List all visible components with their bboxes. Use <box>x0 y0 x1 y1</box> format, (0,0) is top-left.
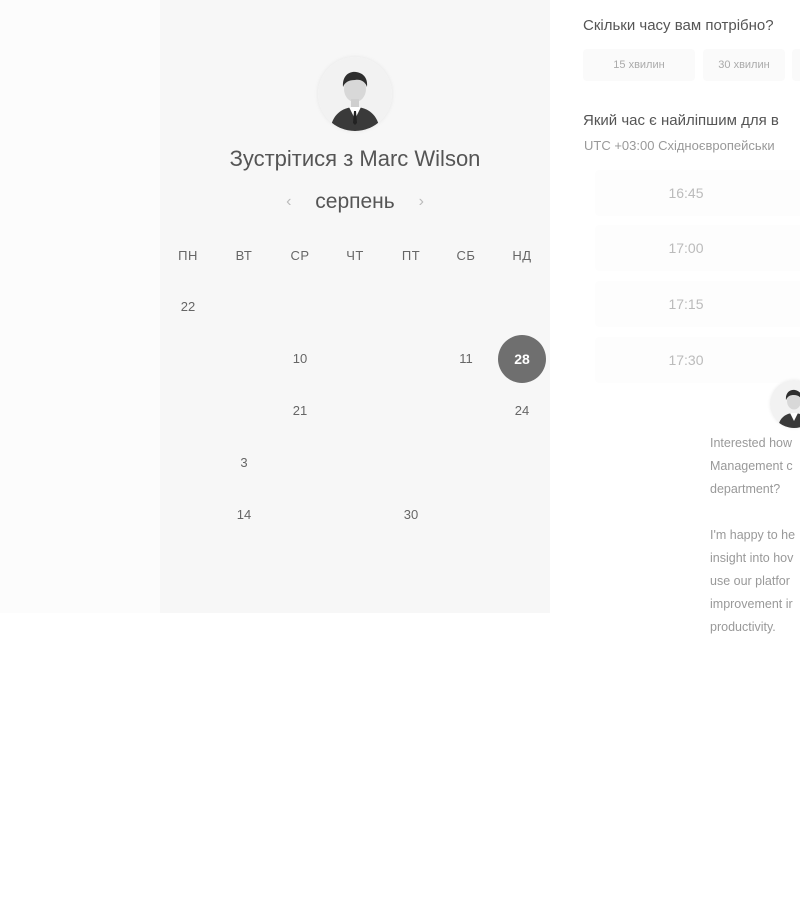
calendar-day <box>276 439 324 487</box>
calendar-day <box>498 491 546 539</box>
calendar-day <box>164 335 212 383</box>
time-slot[interactable]: 16:45 <box>595 170 800 216</box>
duration-option-15[interactable]: 15 хвилин <box>583 49 695 81</box>
calendar-day <box>498 439 546 487</box>
weekday-sat: СБ <box>456 248 476 263</box>
chat-line: use our platfor <box>710 574 790 588</box>
calendar-day <box>387 335 435 383</box>
calendar-day <box>164 491 212 539</box>
calendar-day-selected[interactable]: 28 <box>498 335 546 383</box>
chat-line: insight into hov <box>710 551 794 565</box>
time-question: Який час є найліпшим для в <box>583 112 779 129</box>
calendar-day <box>164 387 212 435</box>
weekday-mon: ПН <box>178 248 198 263</box>
chat-message: Interested how Management c department? … <box>710 432 800 662</box>
calendar-day <box>331 335 379 383</box>
chat-line: I'm happy to he <box>710 528 796 542</box>
chat-paragraph: Interested how Management c department? <box>710 432 800 501</box>
calendar-day[interactable]: 11 <box>442 335 490 383</box>
calendar-day <box>442 387 490 435</box>
chat-paragraph: I'm happy to he insight into hov use our… <box>710 524 800 639</box>
meeting-title: Зустрітися з Marc Wilson <box>160 146 550 172</box>
calendar-day <box>331 439 379 487</box>
time-slot[interactable]: 17:00 <box>595 225 800 271</box>
calendar-day <box>498 283 546 331</box>
weekday-fri: ПТ <box>401 248 421 263</box>
booking-panel: Скільки часу вам потрібно? 15 хвилин 30 … <box>560 0 800 900</box>
month-label: серпень <box>315 190 395 213</box>
chevron-left-icon[interactable]: ‹ <box>268 193 309 210</box>
host-avatar <box>318 57 392 131</box>
duration-question: Скільки часу вам потрібно? <box>583 17 774 34</box>
weekday-tue: ВТ <box>235 248 253 263</box>
duration-option-30[interactable]: 30 хвилин <box>703 49 785 81</box>
calendar-day[interactable]: 14 <box>220 491 268 539</box>
calendar-day <box>220 387 268 435</box>
calendar-day[interactable]: 24 <box>498 387 546 435</box>
chat-line: department? <box>710 482 781 496</box>
left-background <box>0 0 160 613</box>
calendar-day[interactable]: 3 <box>220 439 268 487</box>
chat-line: Management c <box>710 459 793 473</box>
chat-line: improvement ir <box>710 597 793 611</box>
calendar-day <box>220 335 268 383</box>
calendar-day[interactable]: 10 <box>276 335 324 383</box>
calendar-day <box>442 439 490 487</box>
calendar-day <box>331 387 379 435</box>
calendar-day <box>387 387 435 435</box>
time-slot[interactable]: 17:30 <box>595 337 800 383</box>
weekday-wed: СР <box>290 248 310 263</box>
chat-line: Interested how <box>710 436 792 450</box>
chat-avatar <box>770 380 800 428</box>
calendar-day <box>220 283 268 331</box>
calendar-day <box>387 439 435 487</box>
calendar-day <box>331 491 379 539</box>
calendar-day <box>387 283 435 331</box>
calendar-day <box>442 283 490 331</box>
chevron-right-icon[interactable]: › <box>401 193 442 210</box>
calendar-day <box>331 283 379 331</box>
weekday-sun: НД <box>512 248 532 263</box>
calendar-day[interactable]: 21 <box>276 387 324 435</box>
calendar-day <box>164 439 212 487</box>
chat-line: productivity. <box>710 620 776 634</box>
calendar-day <box>442 491 490 539</box>
time-slot[interactable]: 17:15 <box>595 281 800 327</box>
calendar-day <box>276 283 324 331</box>
timezone-label[interactable]: UTC +03:00 Східноєвропейськи <box>584 138 775 153</box>
duration-option-more[interactable] <box>792 49 800 81</box>
host-name: Marc Wilson <box>359 146 481 171</box>
meeting-title-prefix: Зустрітися з <box>229 146 354 171</box>
weekday-thu: ЧТ <box>346 248 364 263</box>
calendar-day[interactable]: 30 <box>387 491 435 539</box>
month-navigation: ‹ серпень › <box>160 190 550 214</box>
calendar-day <box>276 491 324 539</box>
calendar-day[interactable]: 22 <box>164 283 212 331</box>
